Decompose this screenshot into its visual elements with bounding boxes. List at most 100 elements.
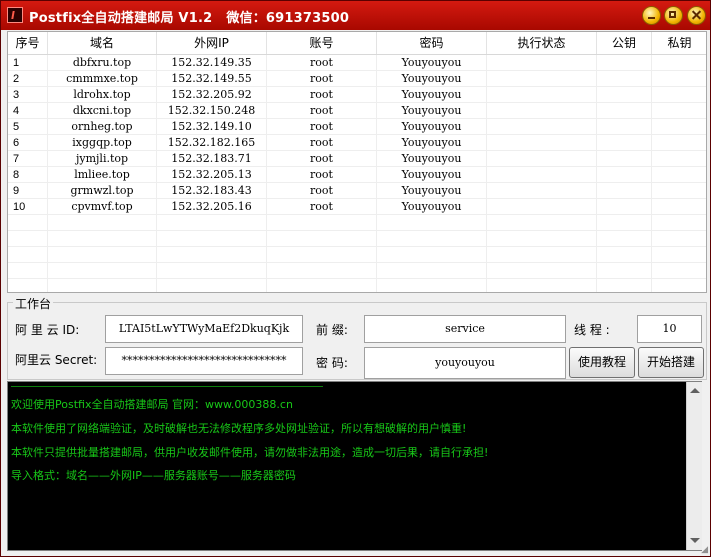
table-cell: 4 — [8, 103, 48, 119]
table-cell — [157, 263, 267, 279]
table-cell — [487, 215, 597, 231]
table-cell: Youyouyou — [377, 71, 487, 87]
table-row[interactable]: 2 cmmmxe.top 152.32.149.55 root Youyouyou — [8, 71, 706, 87]
table-cell — [597, 135, 652, 151]
table-cell: dbfxru.top — [48, 55, 157, 71]
table-row[interactable] — [8, 279, 706, 292]
table-cell: Youyouyou — [377, 55, 487, 71]
table-cell — [597, 167, 652, 183]
table-row[interactable]: 6 ixggqp.top 152.32.182.165 root Youyouyou — [8, 135, 706, 151]
table-cell — [652, 119, 706, 135]
table-row[interactable]: 7 jymjli.top 152.32.183.71 root Youyouyou — [8, 151, 706, 167]
prefix-input[interactable]: service — [364, 315, 566, 343]
table-cell — [157, 231, 267, 247]
table-cell — [652, 151, 706, 167]
table-cell — [652, 167, 706, 183]
table-cell — [652, 71, 706, 87]
table-row[interactable]: 4 dkxcni.top 152.32.150.248 root Youyouyou — [8, 103, 706, 119]
title-bar[interactable]: Postfix全自动搭建邮局 V1.2 微信：691373500 — [1, 1, 710, 30]
table-cell — [8, 215, 48, 231]
table-cell: 152.32.149.35 — [157, 55, 267, 71]
column-header-ip[interactable]: 外网IP — [157, 32, 267, 54]
table-row[interactable] — [8, 215, 706, 231]
table-cell — [487, 279, 597, 292]
server-table[interactable]: 序号 域名 外网IP 账号 密码 执行状态 公钥 私钥 1 dbfxru.top 1… — [7, 31, 707, 293]
scroll-down-icon[interactable] — [690, 538, 700, 543]
table-cell — [597, 87, 652, 103]
maximize-icon — [665, 7, 682, 24]
log-output[interactable]: 欢迎使用Postfix全自动搭建邮局 官网：www.000388.cn 本软件使… — [7, 381, 702, 551]
table-cell — [597, 71, 652, 87]
table-row[interactable]: 9 grmwzl.top 152.32.183.43 root Youyouyou — [8, 183, 706, 199]
table-cell: Youyouyou — [377, 167, 487, 183]
aliyun-secret-input[interactable]: ****************************** — [105, 347, 303, 375]
table-cell — [652, 263, 706, 279]
table-cell: jymjli.top — [48, 151, 157, 167]
table-row[interactable]: 5 ornheg.top 152.32.149.10 root Youyouyou — [8, 119, 706, 135]
table-row[interactable]: 3 ldrohx.top 152.32.205.92 root Youyouyou — [8, 87, 706, 103]
start-build-button[interactable]: 开始搭建 — [638, 347, 704, 378]
log-scrollbar[interactable] — [686, 382, 702, 550]
table-cell — [8, 279, 48, 292]
table-cell: root — [267, 103, 377, 119]
table-cell — [487, 167, 597, 183]
table-cell — [652, 87, 706, 103]
column-header-account[interactable]: 账号 — [267, 32, 377, 54]
table-cell: dkxcni.top — [48, 103, 157, 119]
tutorial-button[interactable]: 使用教程 — [569, 347, 635, 378]
table-cell — [157, 247, 267, 263]
table-cell: 3 — [8, 87, 48, 103]
table-row[interactable]: 1 dbfxru.top 152.32.149.35 root Youyouyou — [8, 55, 706, 71]
column-header-private-key[interactable]: 私钥 — [652, 32, 706, 54]
password-label: 密 码: — [316, 356, 348, 370]
table-cell: Youyouyou — [377, 199, 487, 215]
table-cell — [267, 215, 377, 231]
table-cell — [267, 263, 377, 279]
table-cell — [48, 215, 157, 231]
table-cell: 152.32.150.248 — [157, 103, 267, 119]
table-cell — [487, 71, 597, 87]
column-header-password[interactable]: 密码 — [377, 32, 487, 54]
table-row[interactable] — [8, 231, 706, 247]
table-cell — [487, 55, 597, 71]
table-cell: 152.32.149.55 — [157, 71, 267, 87]
minimize-icon — [643, 7, 660, 24]
maximize-button[interactable] — [664, 6, 683, 25]
table-cell — [652, 135, 706, 151]
table-row[interactable] — [8, 247, 706, 263]
table-cell: lmliee.top — [48, 167, 157, 183]
table-cell: root — [267, 119, 377, 135]
column-header-domain[interactable]: 域名 — [48, 32, 157, 54]
app-logo-icon — [7, 7, 23, 23]
table-cell — [652, 215, 706, 231]
column-header-status[interactable]: 执行状态 — [487, 32, 597, 54]
close-button[interactable] — [687, 6, 706, 25]
table-cell — [487, 263, 597, 279]
table-cell: Youyouyou — [377, 183, 487, 199]
minimize-button[interactable] — [642, 6, 661, 25]
threads-input[interactable]: 10 — [637, 315, 702, 343]
table-cell — [487, 103, 597, 119]
table-cell — [487, 119, 597, 135]
log-line: 导入格式：域名——外网IP——服务器账号——服务器密码 — [11, 469, 296, 482]
table-cell: Youyouyou — [377, 103, 487, 119]
column-header-index[interactable]: 序号 — [8, 32, 48, 54]
table-cell — [597, 199, 652, 215]
table-cell — [652, 247, 706, 263]
resize-grip-icon[interactable]: ◢ — [701, 545, 708, 555]
aliyun-secret-label: 阿里云 Secret: — [15, 353, 98, 367]
table-cell — [597, 119, 652, 135]
scroll-up-icon[interactable] — [690, 388, 700, 393]
table-cell: grmwzl.top — [48, 183, 157, 199]
password-input[interactable]: youyouyou — [364, 347, 566, 379]
column-header-public-key[interactable]: 公钥 — [597, 32, 652, 54]
table-row[interactable] — [8, 263, 706, 279]
table-cell: cpvmvf.top — [48, 199, 157, 215]
app-window: Postfix全自动搭建邮局 V1.2 微信：691373500 序号 域名 外网… — [0, 0, 711, 557]
table-cell: 152.32.182.165 — [157, 135, 267, 151]
aliyun-id-input[interactable]: LTAI5tLwYTWyMaEf2DkuqKjk — [105, 315, 303, 343]
table-row[interactable]: 8 lmliee.top 152.32.205.13 root Youyouyou — [8, 167, 706, 183]
table-cell — [597, 215, 652, 231]
table-row[interactable]: 10 cpvmvf.top 152.32.205.16 root Youyouyou — [8, 199, 706, 215]
table-cell — [652, 231, 706, 247]
